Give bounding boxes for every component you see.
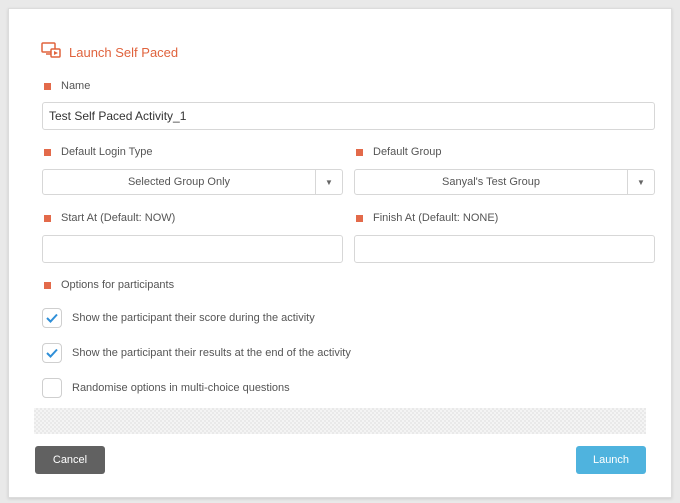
- caret-down-icon: ▼: [637, 177, 645, 187]
- required-marker: [44, 214, 51, 222]
- option-randomise[interactable]: Randomise options in multi-choice questi…: [42, 378, 290, 398]
- start-at-input[interactable]: [42, 235, 343, 263]
- default-login-type-label: Default Login Type: [44, 146, 153, 158]
- launch-screen-icon: [41, 42, 61, 63]
- option-label: Randomise options in multi-choice questi…: [72, 382, 290, 394]
- required-marker: [44, 148, 51, 156]
- default-group-value: Sanyal's Test Group: [442, 176, 540, 188]
- name-input[interactable]: Test Self Paced Activity_1: [42, 102, 655, 130]
- option-show-score[interactable]: Show the participant their score during …: [42, 308, 315, 328]
- default-group-label: Default Group: [356, 146, 441, 158]
- dropdown-toggle[interactable]: ▼: [315, 170, 342, 194]
- checkbox[interactable]: [42, 308, 62, 328]
- option-label: Show the participant their results at th…: [72, 347, 351, 359]
- default-login-type-label-text: Default Login Type: [61, 146, 153, 158]
- option-show-results[interactable]: Show the participant their results at th…: [42, 343, 351, 363]
- start-at-label-text: Start At (Default: NOW): [61, 212, 176, 224]
- default-group-label-text: Default Group: [373, 146, 442, 158]
- default-login-type-select[interactable]: Selected Group Only ▼: [42, 169, 343, 195]
- footer-divider: [34, 408, 646, 434]
- name-label: Name: [44, 80, 90, 92]
- finish-at-label-text: Finish At (Default: NONE): [373, 212, 499, 224]
- launch-button[interactable]: Launch: [576, 446, 646, 474]
- required-marker: [356, 148, 363, 156]
- finish-at-label: Finish At (Default: NONE): [356, 212, 498, 224]
- options-label-text: Options for participants: [61, 279, 175, 291]
- check-icon: [46, 313, 58, 323]
- required-marker: [44, 281, 51, 289]
- options-label: Options for participants: [44, 279, 174, 291]
- check-icon: [46, 348, 58, 358]
- required-marker: [356, 214, 363, 222]
- dialog-header: Launch Self Paced: [41, 42, 178, 63]
- finish-at-input[interactable]: [354, 235, 655, 263]
- dropdown-toggle[interactable]: ▼: [627, 170, 654, 194]
- dialog-title: Launch Self Paced: [69, 45, 179, 60]
- checkbox[interactable]: [42, 378, 62, 398]
- default-login-type-value: Selected Group Only: [127, 176, 231, 188]
- checkbox[interactable]: [42, 343, 62, 363]
- option-label: Show the participant their score during …: [72, 312, 315, 324]
- cancel-button[interactable]: Cancel: [35, 446, 105, 474]
- name-label-text: Name: [61, 80, 91, 92]
- required-marker: [44, 82, 51, 90]
- default-group-select[interactable]: Sanyal's Test Group ▼: [354, 169, 655, 195]
- start-at-label: Start At (Default: NOW): [44, 212, 175, 224]
- caret-down-icon: ▼: [325, 177, 333, 187]
